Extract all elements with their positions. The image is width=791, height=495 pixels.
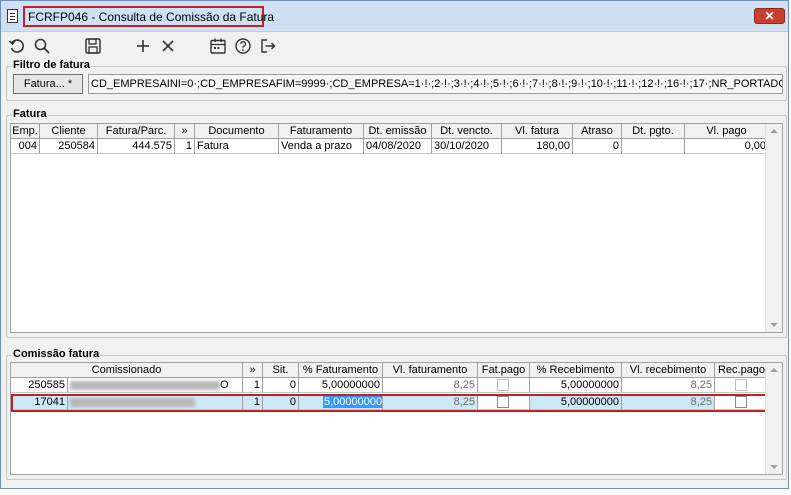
col-header-vl-pago[interactable]: Vl. pago (685, 124, 769, 139)
cell-rec-pago[interactable] (715, 378, 769, 393)
col-header-fat-pago[interactable]: Fat.pago (478, 363, 530, 378)
fat-pago-checkbox[interactable] (497, 379, 509, 391)
fatura-grid[interactable]: Emp. Cliente Fatura/Parc. » Documento Fa… (10, 123, 783, 333)
exit-icon[interactable] (258, 36, 278, 56)
col-header-comissionado[interactable]: Comissionado (11, 363, 243, 378)
comissao-group-label: Comissão fatura (12, 348, 101, 360)
cell-fat-pago[interactable] (478, 378, 530, 393)
col-header-sit[interactable]: Sit. (263, 363, 299, 378)
save-icon[interactable] (83, 36, 103, 56)
cell-vl-pago[interactable]: 0,00 (685, 139, 769, 154)
col-header-vl-fatura[interactable]: Vl. fatura (502, 124, 573, 139)
cell-dt-pgto[interactable] (622, 139, 685, 154)
cell-atraso[interactable]: 0 (573, 139, 622, 154)
cell-pct-recebimento[interactable]: 5,00000000 (530, 378, 622, 393)
cell-comissionado-nome[interactable]: O (68, 378, 243, 393)
redacted-name (70, 380, 220, 390)
toolbar (1, 32, 788, 60)
background-strip (0, 489, 791, 495)
undo-icon[interactable] (7, 36, 27, 56)
scroll-down-icon[interactable] (770, 323, 778, 327)
col-header-cliente[interactable]: Cliente (40, 124, 98, 139)
window-title: FCRFP046 - Consulta de Comissão da Fatur… (28, 10, 275, 24)
cell-pct-faturamento[interactable]: 5,00000000 (299, 378, 383, 393)
fatura-vertical-scrollbar[interactable] (765, 124, 782, 332)
title-bar: FCRFP046 - Consulta de Comissão da Fatur… (1, 1, 788, 32)
cell-fatura-parc[interactable]: 444.575 (98, 139, 175, 154)
col-header-vl-recebimento[interactable]: Vl. recebimento (622, 363, 715, 378)
close-button[interactable]: ✕ (754, 8, 785, 24)
scroll-up-icon[interactable] (770, 129, 778, 133)
cell-emp[interactable]: 004 (11, 139, 40, 154)
scroll-down-icon[interactable] (770, 465, 778, 469)
cell-faturamento[interactable]: Venda a prazo (279, 139, 364, 154)
col-header-fatura-parc[interactable]: Fatura/Parc. (98, 124, 175, 139)
delete-icon[interactable] (158, 36, 178, 56)
scroll-up-icon[interactable] (770, 368, 778, 372)
col-header-documento[interactable]: Documento (195, 124, 279, 139)
col-header-expand[interactable]: » (243, 363, 263, 378)
cell-codigo[interactable]: 250585 (11, 378, 68, 393)
search-icon[interactable] (32, 36, 52, 56)
cell-documento[interactable]: Fatura (195, 139, 279, 154)
filter-expression-field[interactable]: CD_EMPRESAINI=0·;CD_EMPRESAFIM=9999·;CD_… (88, 74, 783, 94)
col-header-expand[interactable]: » (175, 124, 195, 139)
cell-name-suffix: O (220, 379, 229, 391)
col-header-atraso[interactable]: Atraso (573, 124, 622, 139)
document-icon (7, 9, 18, 23)
fatura-group-label: Fatura (12, 108, 48, 120)
col-header-faturamento[interactable]: Faturamento (279, 124, 364, 139)
col-header-rec-pago[interactable]: Rec.pago (715, 363, 769, 378)
cell-vl-recebimento[interactable]: 8,25 (622, 378, 715, 393)
fatura-button[interactable]: Fatura... * (13, 74, 83, 94)
col-header-dt-pgto[interactable]: Dt. pgto. (622, 124, 685, 139)
cell-parcela[interactable]: 1 (175, 139, 195, 154)
row-highlight-outline (11, 394, 769, 412)
help-icon[interactable] (233, 36, 253, 56)
cell-dt-emissao[interactable]: 04/08/2020 (364, 139, 432, 154)
cell-cliente[interactable]: 250584 (40, 139, 98, 154)
col-header-vl-faturamento[interactable]: Vl. faturamento (383, 363, 478, 378)
col-header-dt-emissao[interactable]: Dt. emissão (364, 124, 432, 139)
comissao-grid[interactable]: Comissionado » Sit. % Faturamento Vl. fa… (10, 362, 783, 475)
cell-vl-fatura[interactable]: 180,00 (502, 139, 573, 154)
col-header-pct-faturamento[interactable]: % Faturamento (299, 363, 383, 378)
col-header-dt-vencto[interactable]: Dt. vencto. (432, 124, 502, 139)
rec-pago-checkbox[interactable] (735, 379, 747, 391)
cell-dt-vencto[interactable]: 30/10/2020 (432, 139, 502, 154)
cell-vl-faturamento[interactable]: 8,25 (383, 378, 478, 393)
main-window: FCRFP046 - Consulta de Comissão da Fatur… (0, 0, 789, 489)
comissao-vertical-scrollbar[interactable] (765, 363, 782, 474)
cell-sit[interactable]: 0 (263, 378, 299, 393)
cell-parcela[interactable]: 1 (243, 378, 263, 393)
col-header-pct-recebimento[interactable]: % Recebimento (530, 363, 622, 378)
calendar-icon[interactable] (208, 36, 228, 56)
col-header-emp[interactable]: Emp. (11, 124, 40, 139)
add-icon[interactable] (133, 36, 153, 56)
filter-group-label: Filtro de fatura (12, 59, 92, 71)
